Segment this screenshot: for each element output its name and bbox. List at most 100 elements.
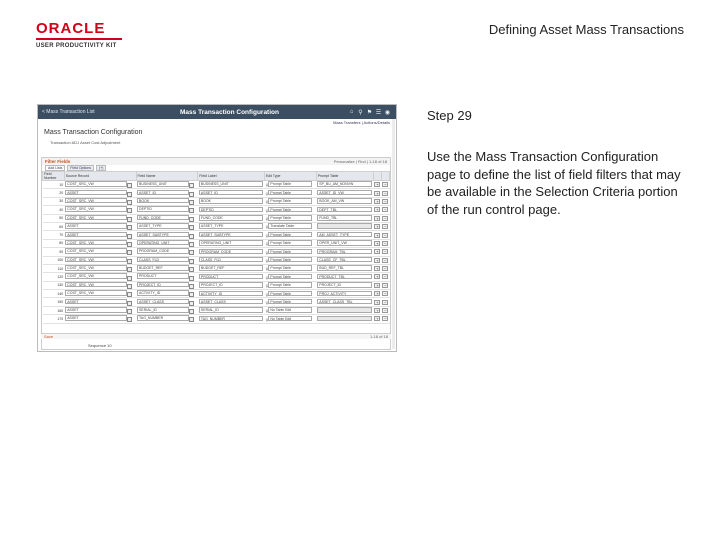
field-name-select[interactable]: FUND_CODE [137, 214, 190, 221]
chevron-down-icon[interactable] [127, 241, 133, 247]
delete-row-icon[interactable]: − [382, 240, 389, 246]
add-row-icon[interactable]: + [374, 224, 381, 230]
chevron-down-icon[interactable] [127, 191, 133, 197]
add-row-icon[interactable]: + [374, 299, 381, 305]
tab-add-lists[interactable]: Add Lists [45, 165, 66, 171]
field-name-select[interactable]: ASSET_SUBTYPE [137, 231, 190, 237]
source-record-select[interactable]: COST_SRC_VW [65, 239, 128, 246]
field-label-input[interactable]: BOOK [198, 198, 264, 204]
source-record-select[interactable]: ASSET [65, 189, 128, 196]
add-row-icon[interactable]: + [374, 308, 381, 314]
delete-row-icon[interactable]: − [382, 299, 389, 305]
field-label-input[interactable]: TAG_NUMBER [198, 315, 264, 322]
edit-type-select[interactable]: Translate Table [268, 223, 313, 229]
chevron-down-icon[interactable] [189, 183, 195, 188]
field-label-input[interactable]: SERIAL_ID [198, 307, 264, 313]
source-record-select[interactable]: ASSET [65, 315, 128, 321]
chevron-down-icon[interactable] [127, 258, 133, 264]
field-name-select[interactable]: SERIAL_ID [137, 307, 190, 313]
field-name-select[interactable]: CLASS_FLD [137, 256, 190, 263]
chevron-down-icon[interactable] [127, 309, 133, 314]
chevron-down-icon[interactable] [189, 225, 195, 230]
field-label-input[interactable]: ASSET_ID [198, 189, 264, 196]
prompt-table-input[interactable]: PROJ_ACTIVITY [317, 290, 373, 297]
source-record-select[interactable]: COST_SRC_VW [65, 181, 128, 187]
source-record-select[interactable]: ASSET [65, 298, 128, 305]
field-label-input[interactable]: ASSET_SUBTYPE [198, 231, 264, 238]
delete-row-icon[interactable]: − [382, 224, 389, 230]
field-name-select[interactable]: TAG_NUMBER [137, 315, 190, 321]
chevron-down-icon[interactable] [189, 283, 195, 289]
field-name-select[interactable]: BUSINESS_UNIT [137, 181, 190, 187]
chevron-down-icon[interactable] [127, 233, 133, 239]
delete-row-icon[interactable]: − [382, 190, 389, 196]
prompt-table-input[interactable] [317, 315, 373, 322]
source-record-select[interactable]: COST_SRC_VW [65, 197, 128, 204]
field-label-input[interactable]: DEPTID [198, 206, 264, 213]
edit-type-select[interactable]: Prompt Table [268, 198, 313, 204]
chevron-down-icon[interactable] [127, 225, 133, 230]
chevron-down-icon[interactable] [189, 241, 195, 247]
source-record-select[interactable]: COST_SRC_VW [65, 265, 128, 271]
chevron-down-icon[interactable] [127, 275, 133, 281]
add-row-icon[interactable]: + [374, 282, 381, 288]
source-record-select[interactable]: COST_SRC_VW [65, 273, 128, 279]
delete-row-icon[interactable]: − [382, 198, 389, 204]
field-label-input[interactable]: BUSINESS_UNIT [198, 181, 264, 187]
delete-row-icon[interactable]: − [382, 257, 389, 263]
field-name-select[interactable]: ASSET_TYPE [137, 223, 190, 229]
field-name-select[interactable]: BUDGET_REF [137, 265, 190, 271]
chevron-down-icon[interactable] [189, 317, 195, 323]
edit-type-select[interactable]: Prompt Table [268, 240, 313, 246]
delete-row-icon[interactable]: − [382, 316, 389, 322]
delete-row-icon[interactable]: − [382, 182, 389, 188]
delete-row-icon[interactable]: − [382, 274, 389, 280]
search-icon[interactable]: ⚲ [356, 109, 365, 116]
edit-type-select[interactable]: No Table Edit [268, 307, 313, 313]
delete-row-icon[interactable]: − [382, 232, 389, 238]
field-label-input[interactable]: FUND_CODE [198, 215, 264, 221]
save-button[interactable]: Save [44, 334, 53, 339]
home-icon[interactable]: ⌂ [347, 109, 356, 115]
delete-row-icon[interactable]: − [382, 282, 389, 288]
tab-show-all[interactable]: (+) [96, 165, 107, 171]
add-row-icon[interactable]: + [374, 207, 381, 213]
delete-row-icon[interactable]: − [382, 291, 389, 297]
edit-type-select[interactable]: Prompt Table [268, 248, 313, 255]
field-name-select[interactable]: ASSET_ID [137, 189, 190, 196]
field-label-input[interactable]: PROJECT_ID [198, 282, 264, 288]
edit-type-select[interactable]: Prompt Table [268, 256, 313, 263]
chevron-down-icon[interactable] [189, 275, 195, 281]
chevron-down-icon[interactable] [127, 267, 133, 272]
field-label-input[interactable]: ASSET_TYPE [198, 223, 264, 229]
delete-row-icon[interactable]: − [382, 266, 389, 272]
add-row-icon[interactable]: + [374, 316, 381, 322]
prompt-table-input[interactable] [317, 307, 373, 313]
chevron-down-icon[interactable] [189, 258, 195, 264]
source-record-select[interactable]: COST_SRC_VW [65, 256, 128, 263]
field-label-input[interactable]: CLASS_FLD [198, 256, 264, 263]
edit-type-select[interactable]: Prompt Table [268, 189, 313, 196]
chevron-down-icon[interactable] [127, 300, 133, 306]
chevron-down-icon[interactable] [189, 191, 195, 197]
add-row-icon[interactable]: + [374, 249, 381, 255]
field-label-input[interactable]: PROGRAM_CODE [198, 248, 264, 255]
source-record-select[interactable]: ASSET [65, 307, 128, 313]
chevron-down-icon[interactable] [189, 208, 195, 214]
edit-type-select[interactable]: Prompt Table [268, 298, 313, 305]
grid-navigation[interactable]: Personalize | Find | 1-18 of 18 [334, 159, 387, 164]
edit-type-select[interactable]: Prompt Table [268, 290, 313, 297]
chevron-down-icon[interactable] [189, 267, 195, 272]
source-record-select[interactable]: ASSET [65, 231, 128, 237]
prompt-table-input[interactable]: BUD_REF_TBL [317, 265, 373, 271]
chevron-down-icon[interactable] [189, 292, 195, 297]
prompt-table-input[interactable]: SP_BU_AM_NONVW [317, 181, 373, 187]
field-name-select[interactable]: PRODUCT [137, 273, 190, 279]
delete-row-icon[interactable]: − [382, 215, 389, 221]
tab-field-options[interactable]: Field Options [67, 165, 95, 171]
flag-icon[interactable]: ⚑ [365, 109, 374, 116]
add-row-icon[interactable]: + [374, 274, 381, 280]
chevron-down-icon[interactable] [189, 233, 195, 239]
edit-type-select[interactable]: Prompt Table [268, 231, 313, 238]
prompt-table-input[interactable]: PRODUCT_TBL [317, 273, 373, 280]
